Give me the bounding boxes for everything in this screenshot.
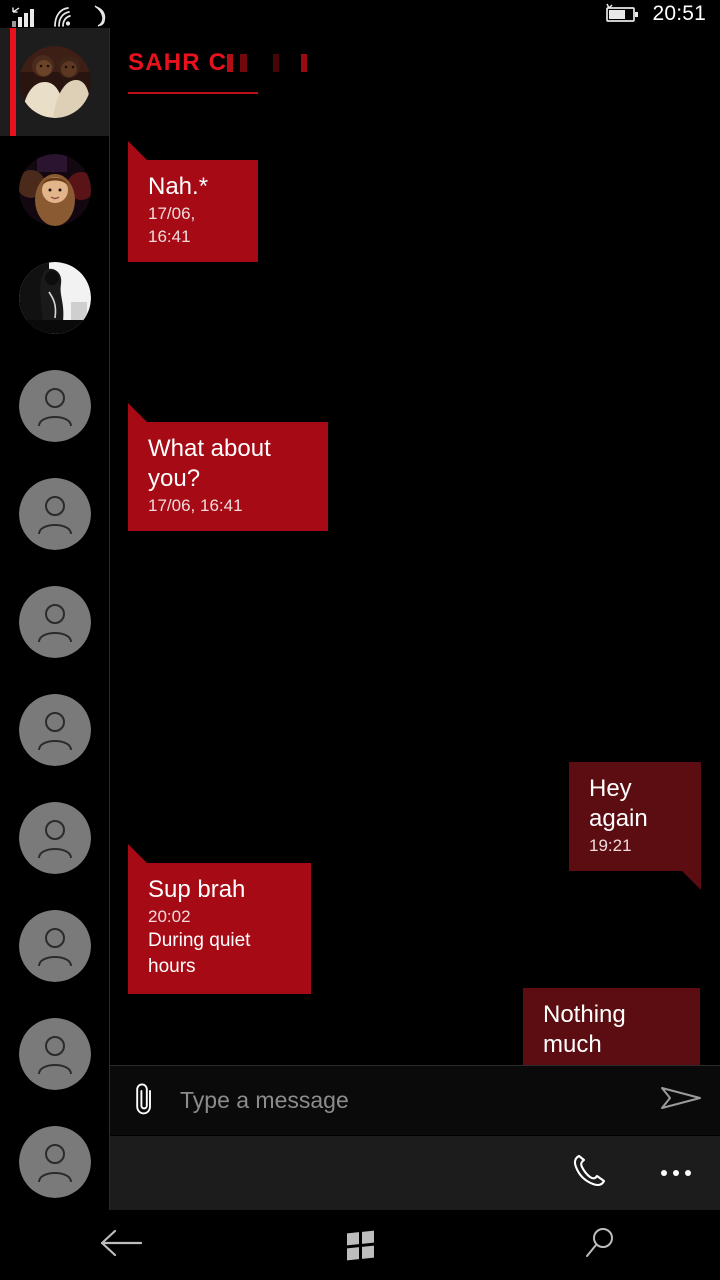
sidebar-item-conversation-1[interactable] (0, 28, 109, 136)
back-arrow-icon (97, 1226, 143, 1265)
sidebar-item-conversation-8[interactable] (0, 784, 109, 892)
message-text: Sup brah (148, 876, 246, 903)
call-button[interactable] (544, 1151, 632, 1196)
attach-button[interactable] (110, 1081, 180, 1120)
sidebar-item-conversation-6[interactable] (0, 568, 109, 676)
nav-start-button[interactable] (240, 1230, 480, 1260)
system-navigation-bar (0, 1210, 720, 1280)
avatar-photo-two-women (19, 46, 91, 118)
message-timestamp: 19:21 (589, 836, 632, 855)
avatar-person-placeholder (19, 694, 91, 766)
avatar-person-placeholder (19, 586, 91, 658)
more-ellipsis-icon (661, 1170, 691, 1176)
message-item[interactable]: What about you? 17/06, 16:41 (128, 403, 328, 531)
avatar-person-placeholder (19, 910, 91, 982)
send-button[interactable] (642, 1083, 720, 1118)
nav-search-button[interactable] (480, 1224, 720, 1267)
message-bubble-outgoing[interactable]: Hey again 19:21 (569, 762, 701, 890)
sidebar-item-conversation-9[interactable] (0, 892, 109, 1000)
battery-charging-icon (600, 2, 642, 26)
sidebar-item-conversation-11[interactable] (0, 1108, 109, 1216)
avatar-person-placeholder (19, 1126, 91, 1198)
avatar-person-placeholder (19, 802, 91, 874)
wifi-icon (51, 6, 79, 28)
avatar-photo-group-party (19, 154, 91, 226)
avatar-person-placeholder (19, 370, 91, 442)
status-bar-right: 20:51 (600, 2, 720, 26)
app-bar (110, 1136, 720, 1210)
status-bar: 20:51 (0, 0, 720, 28)
conversation-header: SAHR C███████ (110, 28, 720, 94)
search-icon (581, 1224, 619, 1267)
phone-screen: 20:51 SAHR C Nah.* 17/06, 16:41 What abo… (0, 0, 720, 1280)
more-button[interactable] (632, 1170, 720, 1176)
message-timestamp: 17/06, 16:41 (148, 496, 243, 515)
paperclip-icon (132, 1081, 158, 1120)
phone-call-icon (568, 1151, 608, 1196)
windows-start-icon (346, 1230, 374, 1260)
message-item[interactable]: Hey again 19:21 (569, 762, 701, 890)
message-text: Nah.* (148, 173, 209, 200)
message-text: Hey again (589, 775, 648, 832)
message-item[interactable]: Nah.* 17/06, 16:41 (128, 141, 258, 262)
sidebar-item-conversation-7[interactable] (0, 676, 109, 784)
page-title: SAHR C███████ (128, 48, 702, 78)
message-item[interactable]: Sup brah 20:02 During quiet hours (128, 844, 311, 994)
sidebar-item-conversation-3[interactable] (0, 244, 109, 352)
message-note: During quiet hours (148, 930, 251, 977)
message-timestamp: 17/06, 16:41 (148, 204, 196, 246)
avatar-person-placeholder (19, 478, 91, 550)
avatar-photo-bw-person (19, 262, 91, 334)
moon-icon (90, 4, 112, 28)
message-text: Nothing much (543, 1001, 626, 1058)
status-bar-left-icons (0, 0, 112, 28)
message-timestamp: 20:02 (148, 907, 191, 926)
message-bubble-outgoing[interactable]: Nothing much 20:51 (523, 988, 700, 1065)
sidebar-item-conversation-5[interactable] (0, 460, 109, 568)
contact-name-visible: SAHR C (128, 49, 228, 76)
status-bar-clock: 20:51 (652, 2, 706, 25)
message-list: Nah.* 17/06, 16:41 What about you? 17/06… (110, 94, 720, 1065)
message-bubble-incoming[interactable]: What about you? 17/06, 16:41 (128, 403, 328, 531)
nav-back-button[interactable] (0, 1226, 240, 1265)
message-bubble-incoming[interactable]: Sup brah 20:02 During quiet hours (128, 844, 311, 994)
message-item[interactable]: Nothing much 20:51 Delivered (523, 988, 700, 1065)
message-composer (110, 1065, 720, 1135)
conversation-pane: SAHR C███████ Nah.* 17/06, 16:41 What ab… (110, 28, 720, 1065)
avatar-person-placeholder (19, 1018, 91, 1090)
conversation-sidebar[interactable] (0, 28, 110, 1240)
sidebar-item-conversation-10[interactable] (0, 1000, 109, 1108)
message-text: What about you? (148, 435, 271, 492)
message-bubble-incoming[interactable]: Nah.* 17/06, 16:41 (128, 141, 258, 262)
sidebar-item-conversation-4[interactable] (0, 352, 109, 460)
send-paper-plane-icon (659, 1083, 703, 1118)
contact-name-redacted: ███████ (227, 48, 356, 78)
sidebar-item-conversation-2[interactable] (0, 136, 109, 244)
signal-bars-roaming-icon (10, 6, 40, 28)
message-input[interactable] (180, 1087, 642, 1114)
